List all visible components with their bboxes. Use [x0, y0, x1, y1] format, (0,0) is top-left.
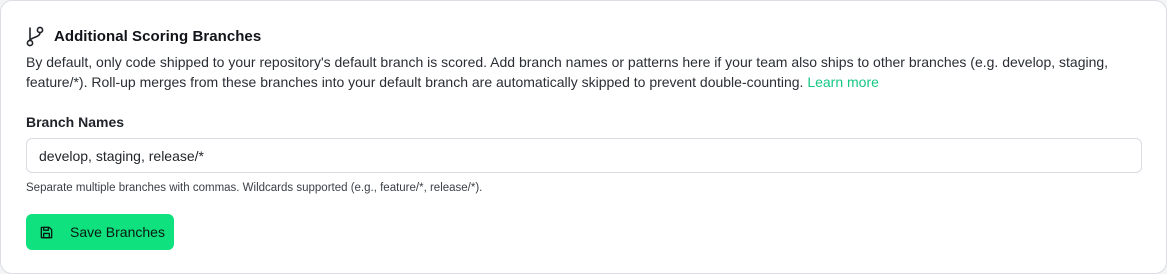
branch-names-help: Separate multiple branches with commas. …	[26, 182, 483, 194]
scoring-branches-card: Additional Scoring Branches By default, …	[0, 0, 1167, 274]
save-branches-button[interactable]: Save Branches	[26, 214, 174, 250]
git-branch-icon	[25, 25, 45, 47]
branch-names-label: Branch Names	[26, 114, 125, 130]
branch-names-input[interactable]	[26, 138, 1142, 173]
section-title: Additional Scoring Branches	[54, 27, 262, 45]
section-header: Additional Scoring Branches	[25, 25, 261, 47]
save-icon	[39, 225, 54, 240]
section-description: By default, only code shipped to your re…	[26, 52, 1136, 92]
save-branches-label: Save Branches	[70, 224, 165, 240]
description-text: By default, only code shipped to your re…	[26, 54, 1109, 90]
learn-more-link[interactable]: Learn more	[807, 74, 879, 90]
